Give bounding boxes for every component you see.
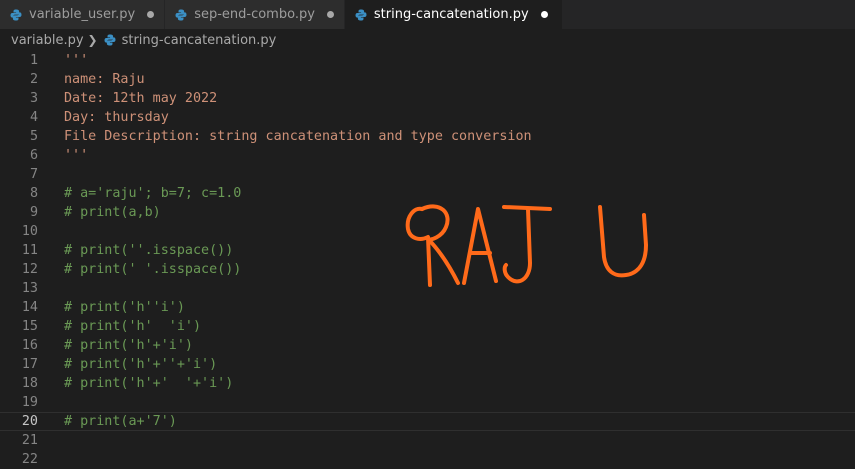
code-line[interactable]: 22 bbox=[0, 450, 855, 469]
python-file-icon bbox=[104, 34, 116, 46]
tab-string-cancatenation[interactable]: string-cancatenation.py bbox=[344, 0, 563, 29]
line-number: 13 bbox=[21, 281, 38, 296]
code-text: # a='raju'; b=7; c=1.0 bbox=[64, 186, 242, 201]
breadcrumb-file[interactable]: string-cancatenation.py bbox=[122, 33, 277, 48]
unsaved-dot-icon[interactable] bbox=[326, 11, 334, 18]
code-text: Date: 12th may 2022 bbox=[64, 91, 218, 106]
code-text: # print('h'+'i') bbox=[64, 338, 193, 353]
line-number: 5 bbox=[29, 129, 38, 144]
code-line[interactable]: 1 ''' bbox=[0, 51, 855, 70]
code-line[interactable]: 7 bbox=[0, 165, 855, 184]
code-text: # print(a+'7') bbox=[64, 414, 177, 429]
line-number: 6 bbox=[29, 148, 38, 163]
code-line[interactable]: 15 # print('h' 'i') bbox=[0, 317, 855, 336]
code-text: # print('h'+' '+'i') bbox=[64, 376, 234, 391]
tab-sep-end-combo[interactable]: sep-end-combo.py bbox=[165, 0, 345, 29]
code-line[interactable]: 3 Date: 12th may 2022 bbox=[0, 89, 855, 108]
line-number: 7 bbox=[29, 167, 38, 182]
python-file-icon bbox=[10, 9, 22, 20]
code-line[interactable]: 19 bbox=[0, 393, 855, 412]
code-text: ''' bbox=[64, 53, 89, 68]
code-text: ''' bbox=[64, 148, 89, 163]
code-text: File Description: string cancatenation a… bbox=[64, 129, 532, 144]
line-number: 21 bbox=[21, 433, 38, 448]
code-line[interactable]: 6 ''' bbox=[0, 146, 855, 165]
breadcrumb-folder[interactable]: variable.py bbox=[11, 33, 84, 48]
code-line[interactable]: 16 # print('h'+'i') bbox=[0, 336, 855, 355]
python-file-icon bbox=[355, 9, 367, 20]
code-text: # print('h''i') bbox=[64, 300, 185, 315]
code-line[interactable]: 4 Day: thursday bbox=[0, 108, 855, 127]
code-line[interactable]: 20 # print(a+'7') bbox=[0, 412, 855, 431]
code-text: # print(''.isspace()) bbox=[64, 243, 234, 258]
code-text: Day: thursday bbox=[64, 110, 169, 125]
code-line[interactable]: 2 name: Raju bbox=[0, 70, 855, 89]
breadcrumb: variable.py ❯ string-cancatenation.py bbox=[0, 29, 855, 51]
tab-label: variable_user.py bbox=[29, 7, 136, 22]
line-number: 12 bbox=[21, 262, 38, 277]
tab-bar: variable_user.py sep-end-combo.py string… bbox=[0, 0, 855, 29]
tab-variable-user[interactable]: variable_user.py bbox=[0, 0, 166, 29]
code-text: # print(a,b) bbox=[64, 205, 161, 220]
line-number: 9 bbox=[29, 205, 38, 220]
line-number: 19 bbox=[21, 395, 38, 410]
code-line[interactable]: 21 bbox=[0, 431, 855, 450]
line-number: 4 bbox=[29, 110, 38, 125]
line-number: 20 bbox=[21, 414, 38, 429]
line-number: 18 bbox=[21, 376, 38, 391]
tab-label: string-cancatenation.py bbox=[373, 7, 529, 22]
code-text: # print('h'+''+'i') bbox=[64, 357, 218, 372]
line-number: 2 bbox=[29, 72, 38, 87]
tab-label: sep-end-combo.py bbox=[194, 7, 315, 22]
code-text: # print('h' 'i') bbox=[64, 319, 202, 334]
line-number: 22 bbox=[21, 452, 38, 467]
line-number: 14 bbox=[21, 300, 38, 315]
code-line[interactable]: 14 # print('h''i') bbox=[0, 298, 855, 317]
code-line[interactable]: 18 # print('h'+' '+'i') bbox=[0, 374, 855, 393]
line-number: 1 bbox=[29, 53, 38, 68]
code-line[interactable]: 5 File Description: string cancatenation … bbox=[0, 127, 855, 146]
unsaved-dot-icon[interactable] bbox=[147, 11, 155, 18]
handwritten-signature bbox=[405, 204, 648, 287]
code-text: name: Raju bbox=[64, 72, 145, 87]
code-text: # print(' '.isspace()) bbox=[64, 262, 242, 277]
line-number: 3 bbox=[29, 91, 38, 106]
chevron-right-icon: ❯ bbox=[87, 33, 98, 47]
unsaved-dot-icon[interactable] bbox=[540, 11, 548, 18]
line-number: 16 bbox=[21, 338, 38, 353]
line-number: 8 bbox=[29, 186, 38, 201]
line-number: 17 bbox=[21, 357, 38, 372]
line-number: 15 bbox=[21, 319, 38, 334]
line-number: 11 bbox=[21, 243, 38, 258]
line-number: 10 bbox=[21, 224, 38, 239]
code-line[interactable]: 17 # print('h'+''+'i') bbox=[0, 355, 855, 374]
python-file-icon bbox=[175, 9, 187, 20]
